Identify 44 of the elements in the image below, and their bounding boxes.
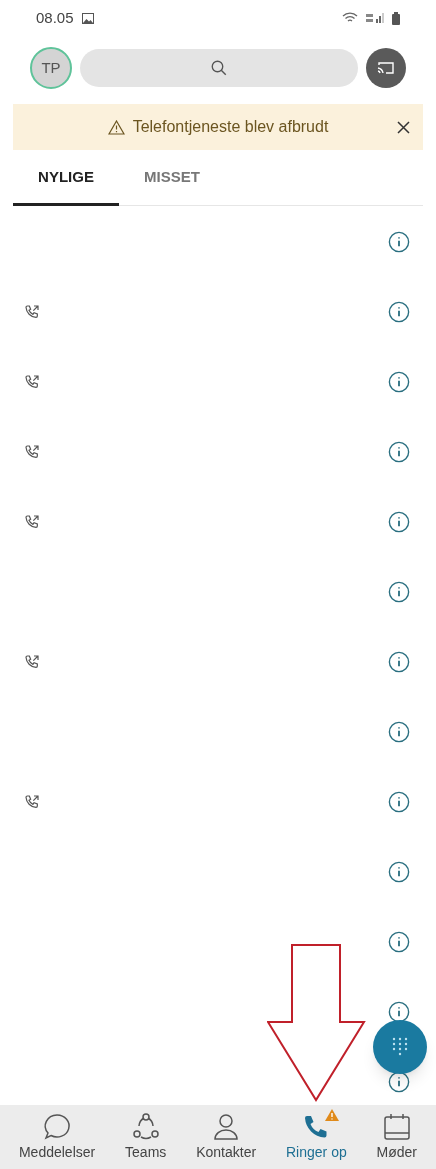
- info-icon[interactable]: [388, 721, 410, 743]
- info-icon[interactable]: [388, 231, 410, 253]
- search-field[interactable]: [80, 49, 358, 87]
- info-icon[interactable]: [388, 371, 410, 393]
- info-icon[interactable]: [388, 301, 410, 323]
- outgoing-call-icon: [24, 444, 40, 460]
- info-icon[interactable]: [388, 791, 410, 813]
- outgoing-call-icon: [24, 794, 40, 810]
- info-icon[interactable]: [388, 651, 410, 673]
- cast-button[interactable]: [366, 48, 406, 88]
- avatar[interactable]: TP: [30, 47, 72, 89]
- tab[interactable]: NYLIGE: [13, 152, 119, 206]
- outgoing-call-icon: [24, 374, 40, 390]
- banner-text: Telefontjeneste blev afbrudt: [132, 117, 329, 137]
- info-icon[interactable]: [388, 1001, 410, 1023]
- nav-tab[interactable]: Ringer op: [286, 1111, 347, 1163]
- wifi-icon: [342, 12, 358, 24]
- info-icon[interactable]: [388, 511, 410, 533]
- nav-tab[interactable]: Møder: [376, 1111, 418, 1163]
- info-icon[interactable]: [388, 1071, 410, 1093]
- info-icon[interactable]: [388, 581, 410, 603]
- battery-icon: [392, 11, 400, 25]
- info-icon[interactable]: [388, 931, 410, 953]
- warning-icon: [107, 119, 125, 135]
- tab[interactable]: MISSET: [119, 152, 225, 206]
- search-icon: [210, 59, 228, 77]
- signal-icon: [366, 12, 384, 24]
- calendar-icon: [381, 1111, 412, 1142]
- outgoing-call-icon: [24, 304, 40, 320]
- outgoing-call-icon: [24, 514, 40, 530]
- info-icon[interactable]: [388, 861, 410, 883]
- dialpad-icon: [392, 1037, 408, 1057]
- image-icon: [81, 12, 94, 24]
- close-icon: [396, 120, 410, 134]
- chat-bubble-icon: [42, 1111, 73, 1142]
- outgoing-call-icon: [24, 654, 40, 670]
- nav-tab[interactable]: Kontakter: [196, 1111, 257, 1163]
- teams-icon: [130, 1111, 161, 1142]
- dialpad-button[interactable]: [373, 1020, 427, 1074]
- nav-tab[interactable]: Meddelelser: [18, 1111, 96, 1163]
- info-icon[interactable]: [388, 441, 410, 463]
- screen-cast-icon: [377, 61, 395, 75]
- nav-tab[interactable]: Teams: [125, 1111, 167, 1163]
- status-time: 08.05: [36, 7, 74, 28]
